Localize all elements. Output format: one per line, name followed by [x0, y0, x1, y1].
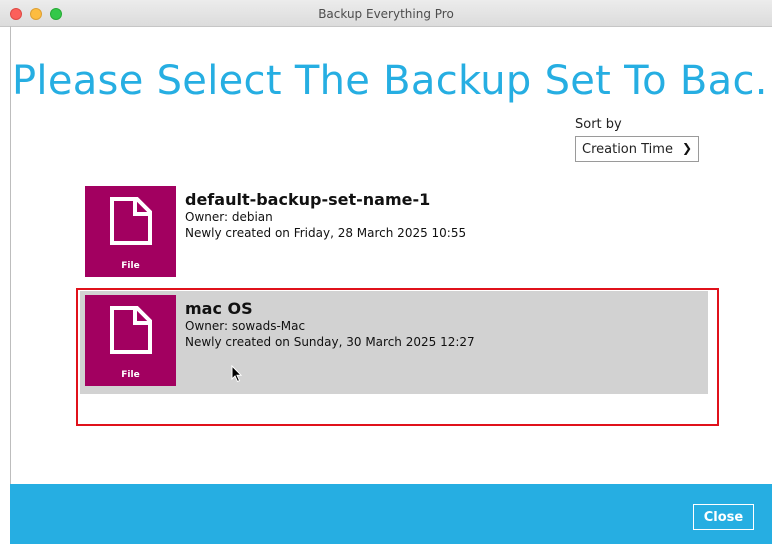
backup-set-name: default-backup-set-name-1: [185, 190, 431, 209]
backup-set-item[interactable]: File default-backup-set-name-1 Owner: de…: [80, 182, 708, 282]
sort-by-select[interactable]: Creation Time ❯: [575, 136, 699, 162]
mouse-cursor-icon: [231, 365, 243, 383]
sort-by-selected-value: Creation Time: [582, 142, 673, 157]
backup-set-owner: Owner: debian: [185, 210, 273, 224]
backup-set-created: Newly created on Friday, 28 March 2025 1…: [185, 226, 467, 240]
app-window: Backup Everything Pro Please Select The …: [0, 0, 772, 544]
page-heading: Please Select The Backup Set To Bac...: [12, 58, 772, 104]
title-bar[interactable]: Backup Everything Pro: [0, 0, 772, 27]
window-left-border: [10, 26, 11, 544]
footer-bar: Close: [10, 484, 772, 544]
selection-highlight-box: [76, 288, 719, 426]
close-button[interactable]: Close: [693, 504, 754, 530]
file-icon: [110, 197, 152, 245]
sort-by-label: Sort by: [575, 117, 622, 132]
chevron-down-icon: ❯: [681, 141, 692, 155]
file-type-tile: File: [85, 186, 176, 277]
file-type-label: File: [121, 261, 140, 271]
window-title: Backup Everything Pro: [318, 7, 454, 21]
